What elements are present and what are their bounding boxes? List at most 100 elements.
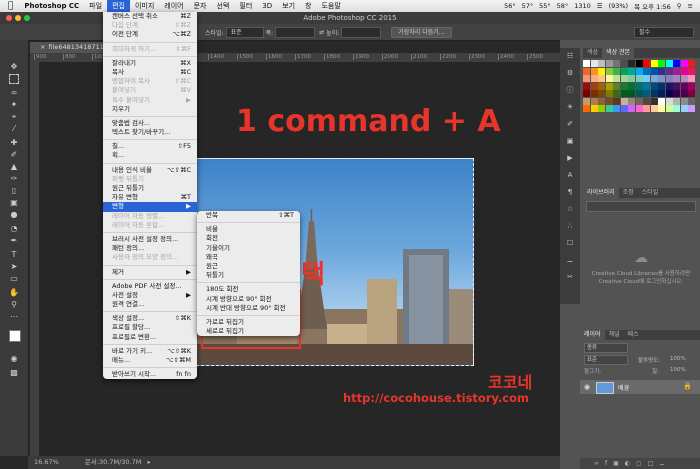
hand-tool-icon[interactable]: ✋: [9, 288, 19, 298]
color-swatch[interactable]: [673, 67, 680, 75]
refine-edge-button[interactable]: 가장자리 다듬기...: [391, 26, 452, 38]
color-swatch[interactable]: [658, 105, 665, 112]
paragraph-panel-icon[interactable]: ¶: [560, 184, 580, 201]
color-swatch[interactable]: [605, 75, 613, 82]
transform-menu-item-6[interactable]: 원근: [197, 262, 300, 271]
clone-source-icon[interactable]: ▣: [560, 133, 580, 150]
color-swatch[interactable]: [643, 60, 650, 67]
menu-image[interactable]: 이미지: [130, 0, 159, 12]
color-swatch[interactable]: [688, 97, 695, 105]
menu-list-icon[interactable]: ≡: [685, 2, 696, 10]
edit-menu-item-25[interactable]: 레이어 자동 혼합...: [103, 221, 197, 230]
color-swatch[interactable]: [605, 82, 613, 90]
edit-menu-item-7[interactable]: 복사 ⌘C: [103, 68, 197, 77]
edit-menu-item-24[interactable]: 레이어 자동 정렬...: [103, 212, 197, 221]
workspace-select[interactable]: 필수: [634, 26, 694, 38]
color-swatch[interactable]: [628, 67, 635, 75]
transform-menu-item-13[interactable]: 가로로 뒤집기: [197, 318, 300, 327]
height-field[interactable]: [341, 26, 382, 38]
color-swatch[interactable]: [613, 97, 620, 105]
edit-menu-item-23[interactable]: 변형 ▶: [103, 202, 197, 212]
color-swatch[interactable]: [628, 75, 635, 82]
edit-menu-item-35[interactable]: 원격 연결...: [103, 300, 197, 309]
color-swatch[interactable]: [620, 60, 628, 67]
color-swatch[interactable]: [650, 75, 658, 82]
color-swatch[interactable]: [583, 60, 590, 67]
dodge-tool-icon[interactable]: ◔: [9, 224, 19, 234]
menu-filter[interactable]: 필터: [234, 0, 257, 12]
color-swatch[interactable]: [665, 82, 673, 90]
color-swatch[interactable]: [620, 75, 628, 82]
color-swatch[interactable]: [613, 60, 620, 67]
shape-tool-icon[interactable]: ▭: [9, 274, 19, 284]
color-swatch[interactable]: [665, 67, 673, 75]
color-swatch[interactable]: [613, 75, 620, 82]
blur-tool-icon[interactable]: ●: [9, 210, 19, 220]
edit-menu-item-21[interactable]: 원근 뒤틀기: [103, 184, 197, 193]
color-swatch[interactable]: [635, 97, 643, 105]
healing-brush-icon[interactable]: ✚: [9, 138, 19, 148]
color-swatch[interactable]: [665, 75, 673, 82]
screen-mode-icon[interactable]: ▩: [9, 368, 19, 378]
scissor-icon[interactable]: ✂: [560, 269, 580, 286]
edit-menu-item-44[interactable]: 받아쓰기 시작... fn fn: [103, 370, 197, 379]
color-swatch[interactable]: [590, 90, 598, 97]
apple-icon[interactable]: : [0, 0, 19, 12]
path-select-icon[interactable]: ➤: [9, 262, 19, 272]
color-swatch[interactable]: [673, 75, 680, 82]
color-swatch[interactable]: [680, 82, 688, 90]
color-swatch[interactable]: [658, 90, 665, 97]
stamp-tool-icon[interactable]: ▲: [9, 162, 19, 172]
menu-view[interactable]: 보기: [277, 0, 300, 12]
menu-file[interactable]: 파일: [84, 0, 107, 12]
color-swatch[interactable]: [635, 82, 643, 90]
menu-select[interactable]: 선택: [212, 0, 235, 12]
tab-layers[interactable]: 레이어: [580, 330, 605, 340]
color-swatch[interactable]: [628, 105, 635, 112]
tab-close-icon[interactable]: ×: [40, 43, 45, 51]
tab-channels[interactable]: 채널: [605, 330, 624, 340]
styles-panel-icon[interactable]: ☐: [560, 235, 580, 252]
edit-menu-item-41[interactable]: 바로 가기 키... ⌥⇧⌘K: [103, 347, 197, 356]
color-swatch[interactable]: [650, 67, 658, 75]
color-swatch[interactable]: [635, 105, 643, 112]
color-swatch[interactable]: [598, 75, 605, 82]
edit-menu-item-29[interactable]: 사용자 정의 모양 정의...: [103, 253, 197, 262]
transform-menu-item-0[interactable]: 반복 ⇧⌘T: [197, 211, 300, 220]
info-panel-icon[interactable]: ⓘ: [560, 82, 580, 99]
transform-menu-item-4[interactable]: 기울이기: [197, 244, 300, 253]
style-select[interactable]: 표준: [225, 26, 264, 38]
color-swatch[interactable]: [628, 90, 635, 97]
edit-menu-item-28[interactable]: 패턴 정의...: [103, 244, 197, 253]
color-swatch[interactable]: [635, 75, 643, 82]
color-swatch[interactable]: [590, 97, 598, 105]
color-swatch[interactable]: [613, 90, 620, 97]
status-arrow-icon[interactable]: ▸: [147, 458, 150, 466]
menu-edit[interactable]: 편집: [107, 0, 130, 12]
color-swatch[interactable]: [605, 67, 613, 75]
color-swatch[interactable]: [620, 82, 628, 90]
color-swatch[interactable]: [680, 90, 688, 97]
group-icon[interactable]: ▢: [636, 460, 648, 467]
layer-row-background[interactable]: ◉ 배경 🔒: [580, 380, 700, 394]
color-swatch[interactable]: [665, 60, 673, 67]
color-swatch[interactable]: [605, 105, 613, 112]
character-panel-icon[interactable]: A: [560, 167, 580, 184]
color-swatch[interactable]: [590, 60, 598, 67]
color-swatch[interactable]: [680, 105, 688, 112]
actions-panel-icon[interactable]: ▶: [560, 150, 580, 167]
edit-menu-item-14[interactable]: 텍스트 찾기/바꾸기...: [103, 128, 197, 137]
zoom-window-button[interactable]: [24, 15, 30, 21]
color-swatch[interactable]: [583, 90, 590, 97]
color-swatch[interactable]: [613, 105, 620, 112]
color-swatch[interactable]: [665, 97, 673, 105]
blend-mode-select[interactable]: 표준: [584, 355, 628, 365]
edit-menu-item-31[interactable]: 제거 ▶: [103, 268, 197, 277]
edit-menu-item-2[interactable]: 이전 단계 ⌥⌘Z: [103, 30, 197, 39]
color-swatch[interactable]: [635, 90, 643, 97]
magic-wand-icon[interactable]: ✦: [9, 100, 19, 110]
color-swatch[interactable]: [658, 82, 665, 90]
color-swatch[interactable]: [658, 75, 665, 82]
status-clock[interactable]: 목 오후 1:56: [631, 1, 674, 11]
color-swatch[interactable]: [583, 67, 590, 75]
